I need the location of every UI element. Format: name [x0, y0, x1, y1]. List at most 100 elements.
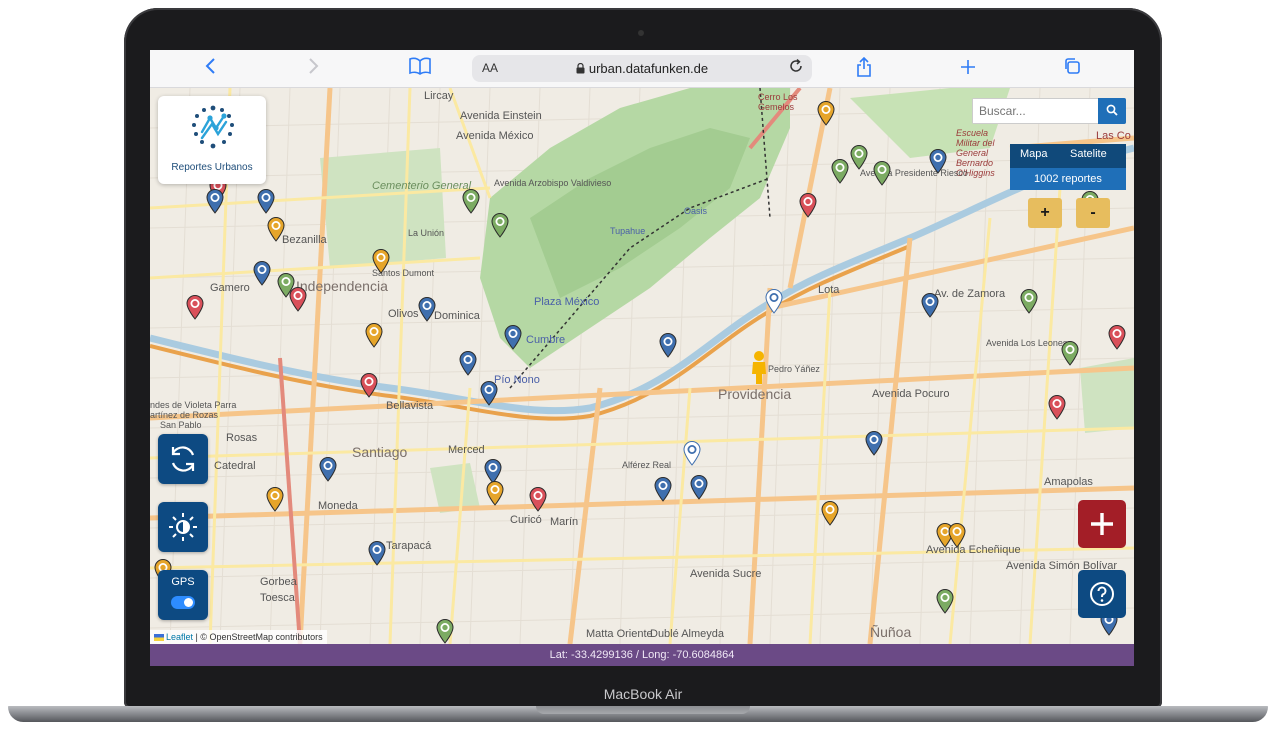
report-marker-icon[interactable] [461, 188, 481, 214]
report-marker-icon[interactable] [1019, 288, 1039, 314]
report-marker-icon[interactable] [682, 440, 702, 466]
place-san-pablo: San Pablo [160, 420, 202, 430]
place-plaza-mexico: Plaza México [534, 296, 600, 308]
lock-icon [576, 62, 585, 74]
place-av-arzobispo: Avenida Arzobispo Valdivieso [494, 178, 612, 188]
report-marker-icon[interactable] [798, 192, 818, 218]
map-canvas[interactable]: Independencia Santiago Providencia Ñuñoa… [150, 88, 1134, 644]
url-text: urban.datafunken.de [472, 61, 812, 76]
report-marker-icon[interactable] [205, 188, 225, 214]
report-marker-icon[interactable] [485, 480, 505, 506]
refresh-button[interactable] [158, 434, 208, 484]
layer-option-map[interactable]: Mapa [1020, 148, 1048, 160]
place-pedro-yanez: Pedro Yáñez [768, 364, 820, 374]
report-marker-icon[interactable] [528, 486, 548, 512]
report-marker-icon[interactable] [288, 286, 308, 312]
url-bar[interactable]: AA urban.datafunken.de [472, 55, 812, 82]
place-olivos: Olivos [388, 308, 419, 320]
report-marker-icon[interactable] [849, 144, 869, 170]
place-rosas: Rosas [226, 432, 258, 444]
report-marker-icon[interactable] [318, 456, 338, 482]
new-tab-icon[interactable] [954, 57, 982, 81]
layer-option-satellite[interactable]: Satelite [1070, 148, 1107, 160]
layer-switcher: Mapa Satelite 1002 reportes [1010, 144, 1126, 190]
zoom-out-button[interactable]: - [1076, 198, 1110, 228]
device-label: MacBook Air [603, 686, 683, 702]
place-tarapaca: Tarapacá [386, 540, 432, 552]
search-input[interactable] [973, 99, 1093, 123]
search-button[interactable] [1098, 98, 1126, 124]
tabs-icon[interactable] [1058, 57, 1086, 81]
place-av-sucre: Avenida Sucre [690, 568, 762, 580]
screen: AA urban.datafunken.de Independencia San… [150, 50, 1134, 666]
place-santiago: Santiago [352, 444, 408, 460]
help-icon [1090, 582, 1114, 606]
place-catedral: Catedral [214, 460, 256, 472]
forward-icon[interactable] [300, 57, 328, 81]
place-martinez-rozas: artínez de Rozas [150, 410, 219, 420]
report-marker-icon[interactable] [185, 294, 205, 320]
back-icon[interactable] [196, 57, 224, 81]
report-marker-icon[interactable] [820, 500, 840, 526]
share-icon[interactable] [850, 56, 878, 81]
map-attribution: Leaflet | © OpenStreetMap contributors [150, 630, 327, 644]
report-marker-icon[interactable] [764, 288, 784, 314]
place-bezanilla: Bezanilla [282, 234, 327, 246]
camera-icon [638, 30, 644, 36]
place-providencia: Providencia [718, 386, 792, 402]
report-marker-icon[interactable] [920, 292, 940, 318]
gps-switch[interactable] [171, 596, 195, 609]
report-marker-icon[interactable] [252, 260, 272, 286]
report-marker-icon[interactable] [816, 100, 836, 126]
report-marker-icon[interactable] [265, 486, 285, 512]
theme-toggle-button[interactable] [158, 502, 208, 552]
reload-icon[interactable] [788, 58, 804, 79]
report-marker-icon[interactable] [1060, 340, 1080, 366]
place-matta-oriente: Matta Oriente [586, 628, 653, 640]
report-marker-icon[interactable] [490, 212, 510, 238]
report-marker-icon[interactable] [256, 188, 276, 214]
place-las-condes: Las Co [1096, 130, 1131, 142]
leaflet-link[interactable]: Leaflet [166, 632, 193, 642]
report-marker-icon[interactable] [479, 380, 499, 406]
report-marker-icon[interactable] [458, 350, 478, 376]
place-moneda: Moneda [318, 500, 358, 512]
report-marker-icon[interactable] [371, 248, 391, 274]
place-nunoa: Ñuñoa [870, 624, 912, 640]
app-name: Reportes Urbanos [171, 162, 253, 173]
place-alferez-real: Alférez Real [622, 460, 672, 470]
report-marker-icon[interactable] [435, 618, 455, 644]
place-av-mexico: Avenida México [456, 130, 534, 142]
street-view-pegman-icon[interactable] [748, 350, 770, 386]
report-marker-icon[interactable] [935, 588, 955, 614]
app-logo[interactable]: Reportes Urbanos [158, 96, 266, 184]
add-report-button[interactable] [1078, 500, 1126, 548]
refresh-icon [171, 446, 195, 472]
gps-toggle-button[interactable]: GPS [158, 570, 208, 620]
report-marker-icon[interactable] [689, 474, 709, 500]
report-marker-icon[interactable] [359, 372, 379, 398]
place-cerro-los-gemelos: Cerro Los Gemelos [758, 92, 798, 112]
place-dominica: Dominica [434, 310, 480, 322]
report-marker-icon[interactable] [830, 158, 850, 184]
report-marker-icon[interactable] [947, 522, 967, 548]
help-button[interactable] [1078, 570, 1126, 618]
search-box [972, 98, 1126, 124]
report-marker-icon[interactable] [864, 430, 884, 456]
report-marker-icon[interactable] [1107, 324, 1127, 350]
bookmarks-icon[interactable] [406, 57, 434, 81]
place-independencia: Independencia [296, 278, 388, 294]
report-marker-icon[interactable] [364, 322, 384, 348]
report-marker-icon[interactable] [367, 540, 387, 566]
report-marker-icon[interactable] [658, 332, 678, 358]
report-marker-icon[interactable] [872, 160, 892, 186]
search-icon [1106, 104, 1118, 116]
report-marker-icon[interactable] [417, 296, 437, 322]
place-av-pocuro: Avenida Pocuro [872, 388, 950, 400]
report-marker-icon[interactable] [1047, 394, 1067, 420]
report-marker-icon[interactable] [503, 324, 523, 350]
report-marker-icon[interactable] [266, 216, 286, 242]
report-marker-icon[interactable] [653, 476, 673, 502]
zoom-in-button[interactable]: + [1028, 198, 1062, 228]
report-marker-icon[interactable] [928, 148, 948, 174]
